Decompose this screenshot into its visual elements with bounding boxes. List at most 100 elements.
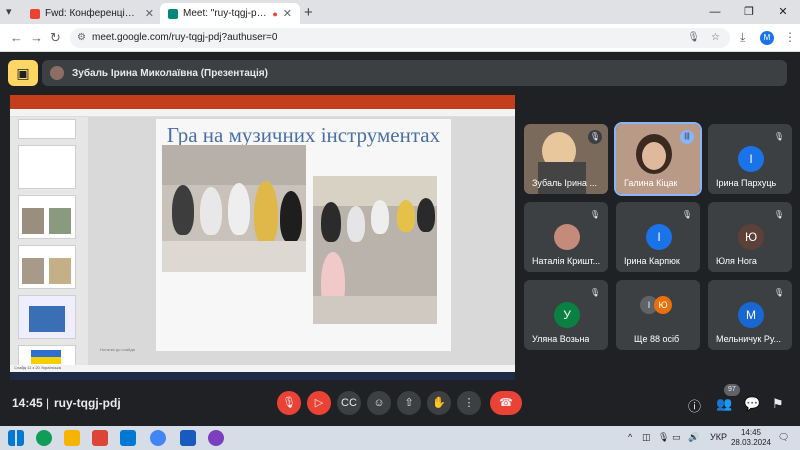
presentation-toggle-button[interactable]: ▣ — [8, 60, 38, 86]
participant-name: Галина Кіцак — [624, 178, 678, 188]
close-tab-icon[interactable]: ✕ — [145, 7, 154, 20]
windows-taskbar: ^ ◫ 🎙 ▭ 🔊 УКР 14:45 28.03.2024 🗨 — [0, 426, 800, 450]
mic-permission-icon[interactable]: 🎙 — [687, 28, 700, 48]
meeting-code: ruy-tqgj-pdj — [54, 396, 121, 410]
participant-tile[interactable]: 🎙 Зубаль Ірина ... — [524, 124, 608, 194]
clock-date: 28.03.2024 — [730, 438, 772, 447]
present-button[interactable]: ⇧ — [397, 391, 421, 415]
participant-avatar: М — [738, 302, 764, 328]
mic-off-icon: 🎙 — [772, 286, 786, 300]
mic-off-icon: 🎙 — [588, 208, 602, 222]
bookmark-star-icon[interactable]: ☆ — [711, 28, 720, 48]
meet-favicon-icon — [168, 8, 178, 19]
powerpoint-ribbon — [10, 109, 515, 117]
notifications-icon[interactable]: 🗨 — [778, 432, 789, 443]
leave-call-button[interactable]: ☎ — [490, 391, 522, 415]
chrome-icon[interactable] — [150, 430, 166, 446]
reload-button[interactable]: ↻ — [50, 30, 61, 46]
speaking-indicator-icon: ||| — [680, 130, 694, 144]
shared-taskbar — [10, 372, 515, 380]
more-participants-label: Ще 88 осіб — [634, 334, 680, 344]
browser-toolbar: ← → ↻ ⚙ meet.google.com/ruy-tqgj-pdj?aut… — [0, 24, 800, 52]
participant-tile[interactable]: 🎙 Наталія Кришт... — [524, 202, 608, 272]
camera-toggle-button[interactable]: ▷ — [307, 391, 331, 415]
tab-title: Meet: "ruy-tqgj-pdj" — [183, 8, 268, 19]
participant-name: Мельничук Ру... — [716, 334, 781, 344]
profile-avatar[interactable]: M — [760, 31, 774, 45]
participant-name: Ірина Пархуць — [716, 178, 777, 188]
volume-icon[interactable]: 🔊 — [688, 432, 699, 443]
file-explorer-icon[interactable] — [64, 430, 80, 446]
slide-thumbnail — [18, 145, 76, 189]
minimize-button[interactable]: — — [698, 0, 732, 24]
chat-icon[interactable]: 💬 — [744, 396, 760, 412]
close-window-button[interactable]: ✕ — [766, 0, 800, 24]
participant-avatar: І — [646, 224, 672, 250]
participant-avatar: Ю — [738, 224, 764, 250]
system-clock[interactable]: 14:45 28.03.2024 — [728, 428, 774, 448]
forward-button[interactable]: → — [30, 30, 43, 45]
back-button[interactable]: ← — [10, 30, 23, 45]
new-tab-button[interactable]: + — [304, 4, 313, 21]
participant-avatar: І — [738, 146, 764, 172]
participant-avatar: У — [554, 302, 580, 328]
people-icon[interactable]: 👥 — [716, 396, 732, 412]
edge-icon[interactable] — [36, 430, 52, 446]
tab-gmail[interactable]: Fwd: Конференція - nmelnychu ✕ — [22, 3, 162, 24]
current-slide: Гра на музичних інструментах — [156, 119, 451, 351]
participant-name: Наталія Кришт... — [532, 256, 601, 266]
address-bar[interactable]: ⚙ meet.google.com/ruy-tqgj-pdj?authuser=… — [70, 28, 730, 48]
site-info-icon[interactable]: ⚙ — [77, 28, 86, 48]
language-indicator[interactable]: УКР — [710, 432, 727, 442]
presenter-label: Зубаль Ірина Миколаївна (Презентація) — [72, 67, 268, 79]
participant-photo — [554, 224, 580, 250]
participant-tile[interactable]: І 🎙 Ірина Карпюк — [616, 202, 700, 272]
slide-thumbnails — [10, 117, 88, 375]
participant-tile[interactable]: У 🎙 Уляна Возьна — [524, 280, 608, 350]
raise-hand-button[interactable]: ✋ — [427, 391, 451, 415]
presenter-avatar — [50, 66, 64, 80]
participant-tile[interactable]: І 🎙 Ірина Пархуць — [708, 124, 792, 194]
store-icon[interactable] — [92, 430, 108, 446]
gmail-favicon-icon — [30, 8, 40, 19]
participant-tile[interactable]: ||| Галина Кіцак — [614, 122, 702, 196]
mic-off-icon: 🎙 — [588, 130, 602, 144]
mic-tray-icon[interactable]: 🎙 — [658, 432, 669, 443]
maximize-button[interactable]: ❐ — [732, 0, 766, 24]
slide-photo — [313, 176, 437, 324]
participant-tile[interactable]: Ю 🎙 Юля Нога — [708, 202, 792, 272]
participant-tile[interactable]: М 🎙 Мельничук Ру... — [708, 280, 792, 350]
mail-icon[interactable] — [120, 430, 136, 446]
slide-thumbnail — [18, 245, 76, 289]
participant-avatar: Ю — [654, 296, 672, 314]
close-tab-icon[interactable]: ✕ — [283, 7, 292, 20]
viber-icon[interactable] — [208, 430, 224, 446]
activities-icon[interactable]: ⚑ — [772, 396, 784, 412]
recording-dot-icon: ● — [272, 8, 278, 19]
captions-button[interactable]: CC — [337, 391, 361, 415]
tab-search-icon[interactable]: ▾ — [6, 5, 12, 18]
mic-off-icon: 🎙 — [772, 130, 786, 144]
meeting-time: 14:45 — [12, 396, 43, 410]
presentation-icon: ▣ — [16, 64, 30, 81]
slide-notes: Нотатки до слайда — [100, 347, 135, 352]
slide-canvas: Гра на музичних інструментах — [88, 117, 515, 365]
meeting-info-icon[interactable]: ⓘ — [688, 396, 701, 415]
meet-tray-icon[interactable]: ◫ — [642, 432, 651, 443]
network-icon[interactable]: ▭ — [672, 432, 681, 443]
menu-dots-icon[interactable]: ⋮ — [784, 30, 796, 44]
windows-start-icon[interactable] — [8, 430, 24, 446]
download-icon[interactable]: ⤓ — [740, 30, 745, 45]
word-icon[interactable] — [180, 430, 196, 446]
emoji-button[interactable]: ☺ — [367, 391, 391, 415]
presenter-chip: Зубаль Ірина Миколаївна (Презентація) — [42, 60, 787, 86]
more-participants-tile[interactable]: І Ю Ще 88 осіб — [616, 280, 700, 350]
clock-time: 14:45 — [740, 428, 762, 437]
more-options-button[interactable]: ⋮ — [457, 391, 481, 415]
mic-off-icon: 🎙 — [772, 208, 786, 222]
tray-chevron-icon[interactable]: ^ — [628, 432, 632, 442]
mic-toggle-button[interactable]: 🎙 — [277, 391, 301, 415]
window-controls: — ❐ ✕ — [698, 0, 800, 24]
tab-meet[interactable]: Meet: "ruy-tqgj-pdj" ● ✕ — [160, 3, 300, 24]
participant-name: Юля Нога — [716, 256, 757, 266]
